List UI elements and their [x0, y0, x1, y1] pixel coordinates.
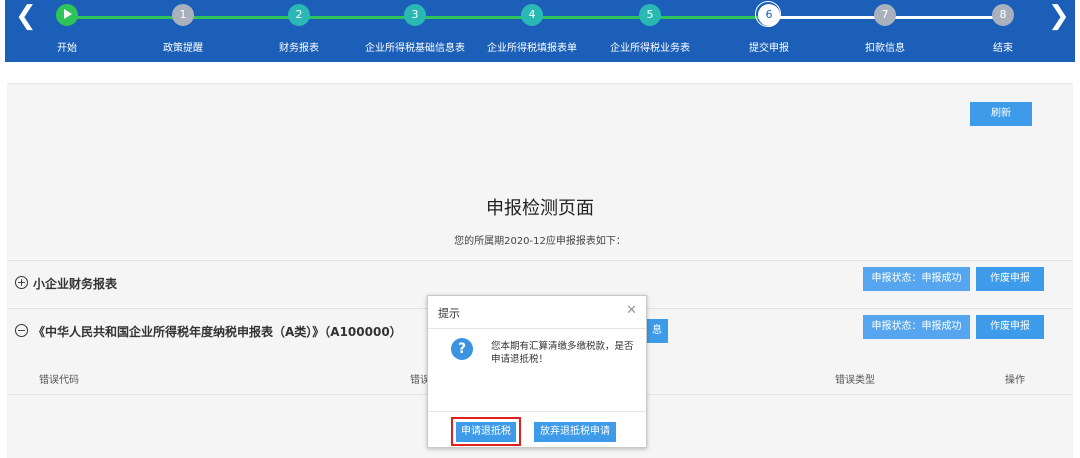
step-6[interactable]: 6 提交申报	[709, 1, 829, 54]
close-icon[interactable]: ✕	[626, 303, 637, 318]
dialog-title: 提示	[438, 307, 460, 320]
step-number: 4	[521, 4, 543, 26]
dialog-message: 您本期有汇算清缴多缴税款，是否申请退抵税！	[491, 341, 634, 365]
step-number: 2	[288, 4, 310, 26]
dialog-footer: 申请退抵税 放弃退抵税申请	[428, 411, 646, 448]
play-icon	[56, 4, 78, 26]
report-title: 小企业财务报表	[33, 277, 118, 291]
step-2[interactable]: 2 财务报表	[239, 4, 359, 54]
expand-icon[interactable]: +	[15, 276, 28, 289]
column-header: 操作	[1005, 375, 1025, 386]
step-number: 6	[755, 1, 781, 27]
status-button[interactable]: 申报状态：申报成功	[863, 267, 970, 291]
status-button[interactable]: 申报状态：申报成功	[863, 315, 970, 339]
step-label: 企业所得税业务表	[610, 43, 690, 54]
column-header: 错误代码	[39, 375, 79, 386]
page-subtitle: 您的所属期2020-12应申报报表如下：	[454, 236, 626, 247]
report-title: 《中华人民共和国企业所得税年度纳税申报表（A类）》（A100000）	[33, 325, 402, 339]
abandon-refund-button[interactable]: 放弃退抵税申请	[534, 422, 616, 442]
step-label: 结束	[993, 43, 1013, 54]
step-label: 开始	[57, 43, 77, 54]
progress-stepper: ❮ ❯ 开始 1 政策提醒 2 财务报表 3 企业所得税基础信息表 4 企业所得…	[5, 0, 1075, 62]
step-label: 政策提醒	[163, 43, 203, 54]
step-label: 扣款信息	[865, 43, 905, 54]
step-8[interactable]: 8 结束	[943, 4, 1063, 54]
step-number: 3	[404, 4, 426, 26]
collapse-icon[interactable]: −	[15, 324, 28, 337]
step-5[interactable]: 5 企业所得税业务表	[590, 4, 710, 54]
step-number: 7	[874, 4, 896, 26]
step-number: 5	[639, 4, 661, 26]
refresh-button[interactable]: 刷新	[970, 102, 1032, 126]
page-title: 申报检测页面	[486, 198, 594, 219]
refund-prompt-dialog: 提示 ✕ ? 您本期有汇算清缴多缴税款，是否申请退抵税！ 申请退抵税 放弃退抵税…	[427, 295, 647, 448]
step-3[interactable]: 3 企业所得税基础信息表	[355, 4, 475, 54]
step-number: 1	[172, 4, 194, 26]
dialog-header: 提示 ✕	[428, 296, 646, 329]
step-4[interactable]: 4 企业所得税填报表单	[472, 4, 592, 54]
step-7[interactable]: 7 扣款信息	[825, 4, 945, 54]
step-1[interactable]: 1 政策提醒	[123, 4, 243, 54]
void-declaration-button[interactable]: 作废申报	[976, 315, 1044, 339]
void-declaration-button[interactable]: 作废申报	[976, 267, 1044, 291]
step-label: 企业所得税基础信息表	[365, 43, 465, 54]
step-start[interactable]: 开始	[7, 4, 127, 54]
step-label: 财务报表	[279, 43, 319, 54]
step-label: 提交申报	[749, 43, 789, 54]
question-icon: ?	[451, 338, 473, 360]
step-number: 8	[992, 4, 1014, 26]
column-header: 错误类型	[835, 375, 875, 386]
step-label: 企业所得税填报表单	[487, 43, 577, 54]
apply-refund-button[interactable]: 申请退抵税	[456, 422, 516, 442]
